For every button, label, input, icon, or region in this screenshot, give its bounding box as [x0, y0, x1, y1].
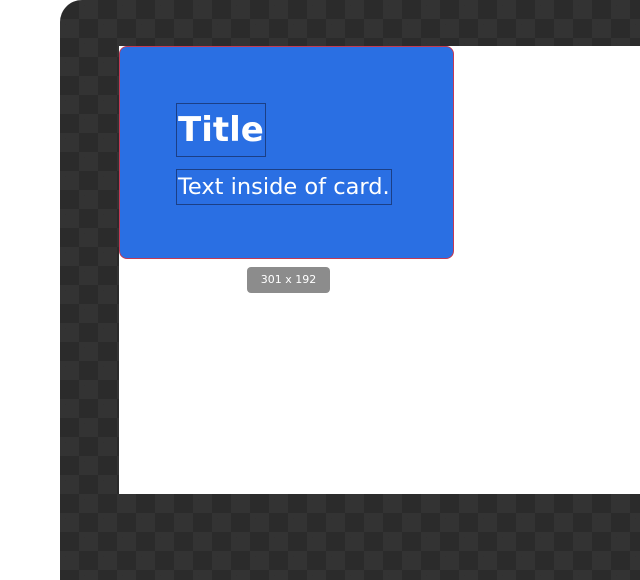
- artboard[interactable]: Title Text inside of card.: [119, 46, 640, 494]
- editor-canvas[interactable]: Title Text inside of card.: [60, 0, 640, 580]
- card-text[interactable]: Text inside of card.: [176, 169, 392, 205]
- selected-card[interactable]: Title Text inside of card.: [119, 46, 454, 259]
- card-title[interactable]: Title: [176, 103, 266, 157]
- selection-size-badge: 301 x 192: [247, 267, 330, 293]
